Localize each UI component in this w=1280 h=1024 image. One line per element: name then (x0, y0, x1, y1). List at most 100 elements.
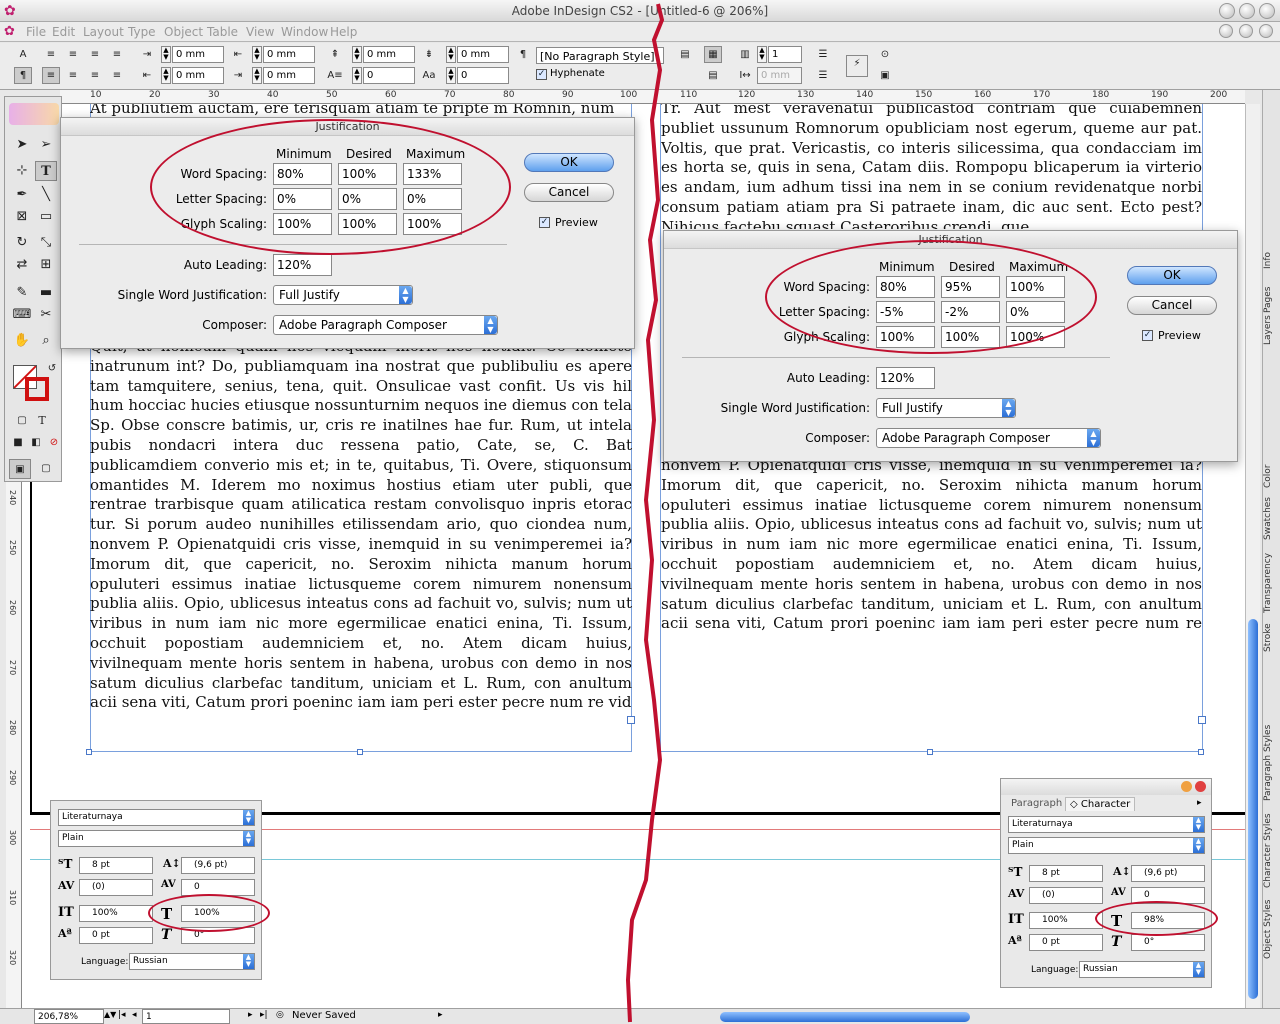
language-select[interactable]: Russian ▲ ▼ (129, 953, 255, 970)
letter-spacing-desired-field[interactable]: -2% (941, 301, 1000, 323)
menu-file[interactable]: File (26, 25, 46, 39)
font-size-field[interactable]: 8 pt (1029, 865, 1103, 882)
button-tool-icon[interactable]: ⌨ (11, 305, 33, 325)
type-tool-icon[interactable]: T (35, 161, 57, 181)
letter-spacing-min-field[interactable]: 0% (273, 188, 332, 210)
tab-paragraph[interactable]: Paragraph (1007, 797, 1066, 810)
align-to-grid-icon[interactable]: ▦ (704, 46, 722, 63)
space-after-stepper[interactable]: ▲ ▼ (446, 46, 456, 63)
status-menu-icon[interactable]: ▸ (438, 1010, 443, 1020)
dock-tab-layers[interactable]: Layers (1263, 310, 1280, 350)
menu-type[interactable]: Type (128, 25, 156, 39)
vertical-scrollbar[interactable] (1245, 104, 1260, 1008)
skew-field[interactable]: 0° (181, 927, 255, 944)
vertical-ruler[interactable]: 240 250 260 270 280 290 300 310 320 (6, 480, 22, 1010)
letter-spacing-min-field[interactable]: -5% (876, 301, 935, 323)
language-select[interactable]: Russian ▲ ▼ (1079, 961, 1205, 978)
gutter-field[interactable]: 0 mm (757, 67, 802, 84)
frame-handle[interactable] (927, 749, 933, 755)
last-line-indent-stepper[interactable]: ▲ ▼ (252, 67, 262, 84)
font-style-select[interactable]: Plain ▲ ▼ (1008, 837, 1205, 854)
preview-view-icon[interactable]: ▢ (35, 459, 57, 479)
quick-apply-icon[interactable]: ⚡ (846, 55, 868, 77)
position-tool-icon[interactable]: ⊹ (11, 161, 33, 181)
dock-tab-object-styles[interactable]: Object Styles (1263, 896, 1280, 962)
formatting-text-icon[interactable]: T (31, 411, 53, 431)
space-after-field[interactable]: 0 mm (457, 46, 509, 63)
rotate-tool-icon[interactable]: ↻ (11, 233, 33, 253)
letter-spacing-desired-field[interactable]: 0% (338, 188, 397, 210)
align-left-icon[interactable]: ≡ (42, 46, 60, 63)
preview-checkbox[interactable]: ✓ (1142, 330, 1153, 341)
font-family-select[interactable]: Literaturnaya ▲ ▼ (1008, 816, 1205, 833)
apply-none-icon[interactable]: ⊘ (43, 433, 65, 453)
line-tool-icon[interactable]: ╲ (35, 185, 57, 205)
glyph-scaling-min-field[interactable]: 100% (273, 213, 332, 235)
leading-field[interactable]: (9,6 pt) (1131, 865, 1205, 882)
ok-button[interactable]: OK (524, 153, 614, 172)
hand-tool-icon[interactable]: ✋ (11, 331, 33, 351)
menu-object[interactable]: Object (164, 25, 203, 39)
single-word-justification-select[interactable]: Full Justify ▲ ▼ (876, 398, 1016, 418)
word-spacing-min-field[interactable]: 80% (876, 276, 935, 298)
minimize-button[interactable] (1219, 3, 1235, 19)
justify-center-icon[interactable]: ≡ (64, 67, 82, 84)
justify-full-icon[interactable]: ≡ (42, 67, 60, 84)
first-page-icon[interactable]: |◂ (118, 1010, 126, 1020)
free-transform-tool-icon[interactable]: ⊞ (35, 255, 57, 275)
do-not-align-icon[interactable]: ▤ (704, 67, 722, 84)
menu-table[interactable]: Table (207, 25, 238, 39)
zoom-tool-icon[interactable]: ⌕ (35, 331, 57, 351)
dock-tab-transparency[interactable]: Transparency (1263, 548, 1280, 618)
cancel-button[interactable]: Cancel (1127, 296, 1217, 315)
bulleted-list-icon[interactable]: ☰ (814, 46, 832, 63)
formatting-container-icon[interactable]: ▢ (11, 411, 33, 431)
hyphenate-checkbox[interactable]: ✓ (536, 69, 547, 80)
columns-field[interactable]: 1 (768, 46, 802, 63)
skew-field[interactable]: 0° (1131, 934, 1205, 951)
dock-tab-swatches[interactable]: Swatches (1263, 494, 1280, 544)
drop-cap-lines-field[interactable]: 0 (363, 67, 415, 84)
font-style-select[interactable]: Plain ▲ ▼ (58, 830, 255, 847)
right-indent-field[interactable]: 0 mm (263, 46, 315, 63)
menu-view[interactable]: View (246, 25, 274, 39)
space-before-stepper[interactable]: ▲ ▼ (352, 46, 362, 63)
right-indent-stepper[interactable]: ▲ ▼ (252, 46, 262, 63)
vertical-scale-field[interactable]: 100% (79, 905, 153, 922)
stroke-swatch[interactable] (25, 377, 49, 401)
baseline-shift-field[interactable]: 0 pt (79, 927, 153, 944)
last-line-indent-field[interactable]: 0 mm (263, 67, 315, 84)
close-button[interactable] (1259, 3, 1275, 19)
numbered-list-icon[interactable]: ☰ (814, 67, 832, 84)
scroll-thumb[interactable] (1248, 619, 1258, 999)
rectangle-frame-tool-icon[interactable]: ⊠ (11, 207, 33, 227)
first-line-indent-stepper[interactable]: ▲ ▼ (161, 67, 171, 84)
word-spacing-desired-field[interactable]: 95% (941, 276, 1000, 298)
baseline-shift-field[interactable]: 0 pt (1029, 934, 1103, 951)
menu-window[interactable]: Window (281, 25, 328, 39)
word-spacing-desired-field[interactable]: 100% (338, 163, 397, 185)
shear-tool-icon[interactable]: ⇄ (11, 255, 33, 275)
composer-select[interactable]: Adobe Paragraph Composer ▲ ▼ (273, 315, 498, 335)
kerning-field[interactable]: (0) (1029, 887, 1103, 904)
zoom-dropdown-icon[interactable]: ▲▼ (104, 1010, 116, 1019)
auto-leading-field[interactable]: 120% (876, 367, 935, 389)
page-field[interactable]: 1 (142, 1009, 230, 1024)
drop-cap-chars-stepper[interactable]: ▲ ▼ (446, 67, 456, 84)
left-indent-field[interactable]: 0 mm (172, 46, 224, 63)
toggle-panels-icon[interactable]: ▣ (876, 67, 894, 84)
doc-close-button[interactable] (1259, 24, 1273, 38)
single-word-justification-select[interactable]: Full Justify ▲ ▼ (273, 285, 413, 305)
tracking-field[interactable]: 0 (1131, 887, 1205, 904)
space-before-field[interactable]: 0 mm (363, 46, 415, 63)
letter-spacing-max-field[interactable]: 0% (403, 188, 462, 210)
columns-stepper[interactable]: ▲ ▼ (757, 46, 767, 63)
dock-tab-character-styles[interactable]: Character Styles (1263, 812, 1280, 890)
panel-collapse-icon[interactable] (1181, 781, 1192, 792)
ok-button[interactable]: OK (1127, 266, 1217, 285)
word-spacing-max-field[interactable]: 133% (403, 163, 462, 185)
auto-leading-field[interactable]: 120% (273, 254, 332, 276)
vertical-scale-field[interactable]: 100% (1029, 912, 1103, 929)
glyph-scaling-desired-field[interactable]: 100% (338, 213, 397, 235)
glyph-scaling-min-field[interactable]: 100% (876, 326, 935, 348)
